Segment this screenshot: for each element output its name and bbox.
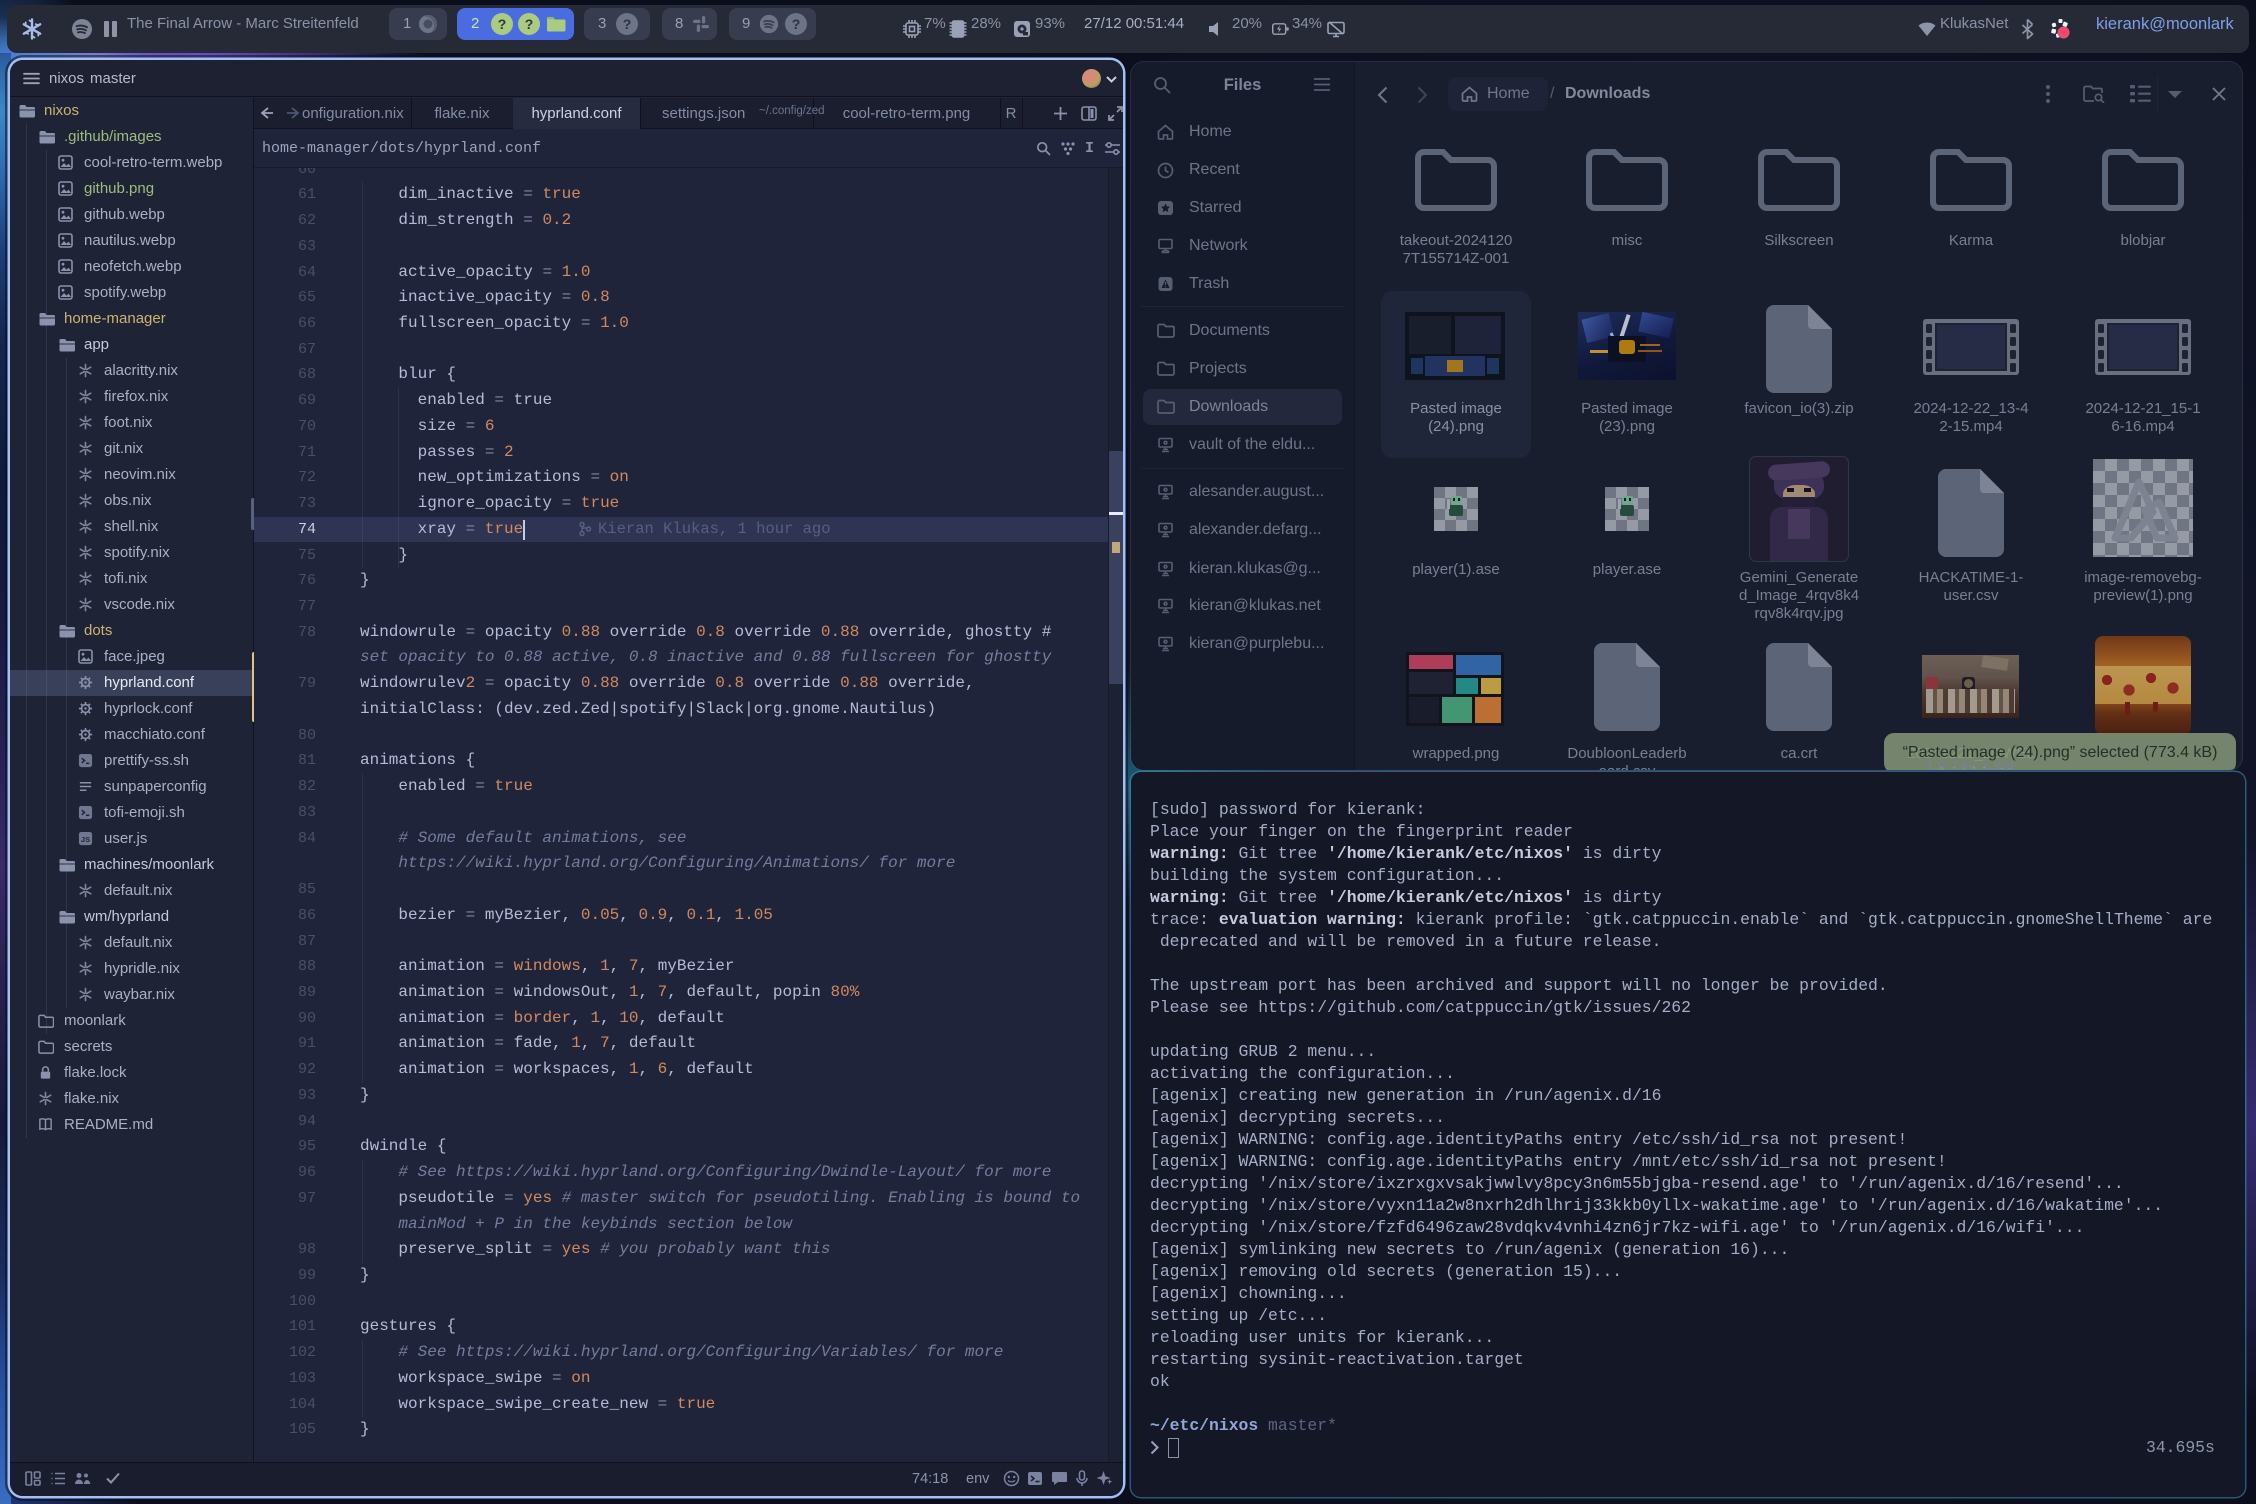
svg-text:JS: JS bbox=[81, 835, 90, 844]
